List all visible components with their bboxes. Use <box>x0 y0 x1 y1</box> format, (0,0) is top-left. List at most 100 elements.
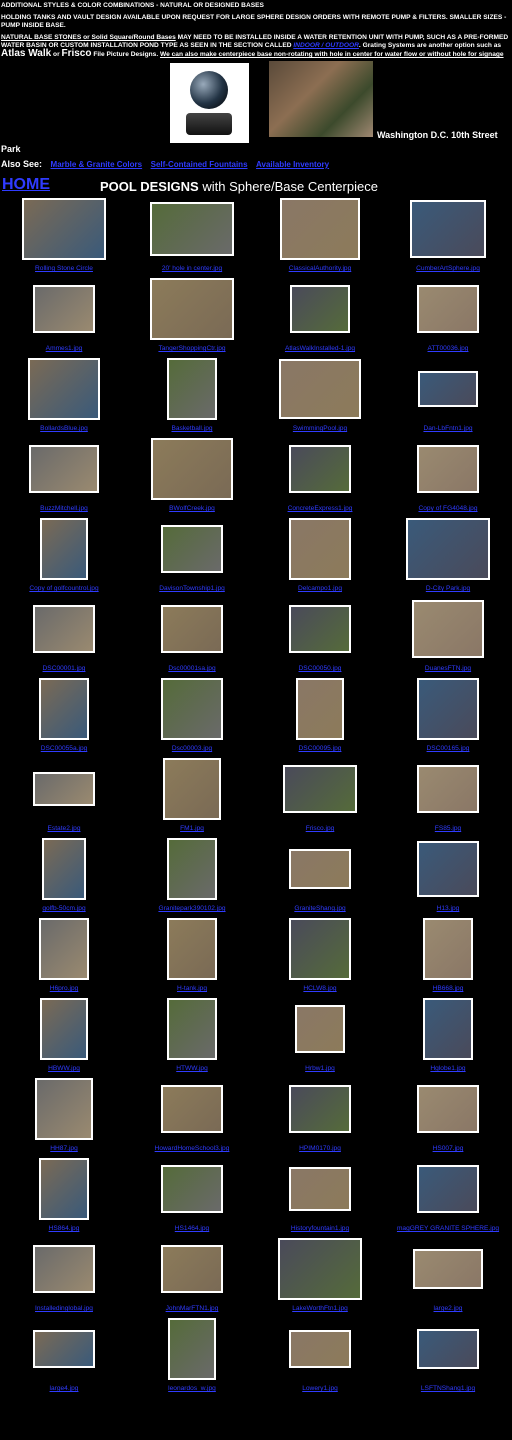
thumbnail-item[interactable]: Installedinglobal.jpg <box>0 1237 128 1317</box>
thumbnail-item[interactable]: DavisonTownship1.jpg <box>128 517 256 597</box>
thumbnail-image[interactable] <box>161 1245 223 1293</box>
thumbnail-item[interactable]: CumberArtSphere.jpg <box>384 197 512 277</box>
thumbnail-image[interactable] <box>167 838 217 900</box>
thumbnail-item[interactable]: HB668.jpg <box>384 917 512 997</box>
thumbnail-link[interactable]: FM1.jpg <box>128 825 256 832</box>
thumbnail-image[interactable] <box>417 285 479 333</box>
thumbnail-item[interactable]: LakeWorthFtn1.jpg <box>256 1237 384 1317</box>
thumbnail-item[interactable]: ATT00036.jpg <box>384 277 512 357</box>
thumbnail-link[interactable]: H13.jpg <box>384 905 512 912</box>
self-contained-link[interactable]: Self-Contained Fountains <box>151 160 248 169</box>
thumbnail-link[interactable]: Hrbw1.jpg <box>256 1065 384 1072</box>
thumbnail-image[interactable] <box>289 518 351 580</box>
thumbnail-link[interactable]: LSFTNShang1.jpg <box>384 1385 512 1392</box>
thumbnail-item[interactable]: H-tank.jpg <box>128 917 256 997</box>
thumbnail-item[interactable]: FS85.jpg <box>384 757 512 837</box>
thumbnail-image[interactable] <box>417 1165 479 1213</box>
thumbnail-item[interactable]: H6pro.jpg <box>0 917 128 997</box>
thumbnail-image[interactable] <box>417 678 479 740</box>
thumbnail-image[interactable] <box>278 1238 362 1300</box>
thumbnail-link[interactable]: SwimmingPool.jpg <box>256 425 384 432</box>
thumbnail-image[interactable] <box>167 358 217 420</box>
thumbnail-item[interactable]: leonardos_w.jpg <box>128 1317 256 1397</box>
thumbnail-link[interactable]: DSC00001.jpg <box>0 665 128 672</box>
thumbnail-image[interactable] <box>33 772 95 806</box>
thumbnail-link[interactable]: TangerShoppingCtr.jpg <box>128 345 256 352</box>
thumbnail-link[interactable]: DSC00050.jpg <box>256 665 384 672</box>
thumbnail-item[interactable]: H13.jpg <box>384 837 512 917</box>
thumbnail-item[interactable]: Delcampo1.jpg <box>256 517 384 597</box>
thumbnail-item[interactable]: HCLW8.jpg <box>256 917 384 997</box>
thumbnail-link[interactable]: Dan-LbFntn1.jpg <box>384 425 512 432</box>
thumbnail-link[interactable]: Frisco.jpg <box>256 825 384 832</box>
thumbnail-link[interactable]: ATT00036.jpg <box>384 345 512 352</box>
thumbnail-image[interactable] <box>423 998 473 1060</box>
thumbnail-item[interactable]: Granitepark390102.jpg <box>128 837 256 917</box>
thumbnail-image[interactable] <box>29 445 99 493</box>
thumbnail-image[interactable] <box>39 918 89 980</box>
thumbnail-item[interactable]: Lowery1.jpg <box>256 1317 384 1397</box>
thumbnail-item[interactable]: Dsc00001sa.jpg <box>128 597 256 677</box>
thumbnail-link[interactable]: HTWW.jpg <box>128 1065 256 1072</box>
thumbnail-item[interactable]: FM1.jpg <box>128 757 256 837</box>
thumbnail-link[interactable]: Lowery1.jpg <box>256 1385 384 1392</box>
thumbnail-link[interactable]: DSC00165.jpg <box>384 745 512 752</box>
thumbnail-link[interactable]: H-tank.jpg <box>128 985 256 992</box>
marble-granite-link[interactable]: Marble & Granite Colors <box>51 160 143 169</box>
thumbnail-item[interactable]: GraniteShang.jpg <box>256 837 384 917</box>
thumbnail-link[interactable]: HH87.jpg <box>0 1145 128 1152</box>
thumbnail-item[interactable]: DSC00055a.jpg <box>0 677 128 757</box>
thumbnail-link[interactable]: Dsc00001sa.jpg <box>128 665 256 672</box>
thumbnail-item[interactable]: LSFTNShang1.jpg <box>384 1317 512 1397</box>
thumbnail-image[interactable] <box>167 918 217 980</box>
thumbnail-link[interactable]: ClassicalAuthority.jpg <box>256 265 384 272</box>
thumbnail-item[interactable]: magGREY GRANITE SPHERE.jpg <box>384 1157 512 1237</box>
thumbnail-link[interactable]: Copy of golfcountrol.jpg <box>0 585 128 592</box>
thumbnail-image[interactable] <box>150 202 234 256</box>
thumbnail-image[interactable] <box>413 1249 483 1289</box>
thumbnail-image[interactable] <box>417 445 479 493</box>
thumbnail-image[interactable] <box>168 1318 216 1380</box>
thumbnail-image[interactable] <box>289 1330 351 1368</box>
thumbnail-image[interactable] <box>161 1165 223 1213</box>
thumbnail-item[interactable]: BuzzMitchell.jpg <box>0 437 128 517</box>
thumbnail-link[interactable]: DSC00095.jpg <box>256 745 384 752</box>
thumbnail-item[interactable]: HS864.jpg <box>0 1157 128 1237</box>
thumbnail-image[interactable] <box>296 678 344 740</box>
thumbnail-link[interactable]: DSC00055a.jpg <box>0 745 128 752</box>
thumbnail-item[interactable]: DSC00050.jpg <box>256 597 384 677</box>
thumbnail-item[interactable]: large2.jpg <box>384 1237 512 1317</box>
thumbnail-item[interactable]: Hrbw1.jpg <box>256 997 384 1077</box>
thumbnail-image[interactable] <box>22 198 106 260</box>
thumbnail-image[interactable] <box>161 678 223 740</box>
thumbnail-link[interactable]: Ammes1.jpg <box>0 345 128 352</box>
thumbnail-image[interactable] <box>280 198 360 260</box>
thumbnail-item[interactable]: BollardsBlue.jpg <box>0 357 128 437</box>
thumbnail-item[interactable]: AtlasWalkInstalled-1.jpg <box>256 277 384 357</box>
thumbnail-item[interactable]: large4.jpg <box>0 1317 128 1397</box>
thumbnail-image[interactable] <box>295 1005 345 1053</box>
thumbnail-link[interactable]: DavisonTownship1.jpg <box>128 585 256 592</box>
thumbnail-image[interactable] <box>151 438 233 500</box>
thumbnail-image[interactable] <box>412 600 484 658</box>
thumbnail-item[interactable]: Basketball.jpg <box>128 357 256 437</box>
thumbnail-image[interactable] <box>279 359 361 419</box>
thumbnail-item[interactable]: Ammes1.jpg <box>0 277 128 357</box>
thumbnail-item[interactable]: DSC00095.jpg <box>256 677 384 757</box>
thumbnail-link[interactable]: Rolling Stone Circle <box>0 265 128 272</box>
thumbnail-item[interactable]: DSC00165.jpg <box>384 677 512 757</box>
thumbnail-item[interactable]: HowardHomeSchool3.jpg <box>128 1077 256 1157</box>
thumbnail-link[interactable]: HowardHomeSchool3.jpg <box>128 1145 256 1152</box>
thumbnail-link[interactable]: large4.jpg <box>0 1385 128 1392</box>
thumbnail-item[interactable]: Copy of FG4048.jpg <box>384 437 512 517</box>
thumbnail-link[interactable]: 20' hole in center.jpg <box>128 265 256 272</box>
thumbnail-item[interactable]: Hglobe1.jpg <box>384 997 512 1077</box>
thumbnail-link[interactable]: golfb-50cm.jpg <box>0 905 128 912</box>
thumbnail-link[interactable]: large2.jpg <box>384 1305 512 1312</box>
thumbnail-link[interactable]: HS864.jpg <box>0 1225 128 1232</box>
thumbnail-image[interactable] <box>289 849 351 889</box>
thumbnail-link[interactable]: DuanesFTN.jpg <box>384 665 512 672</box>
thumbnail-item[interactable]: HPIM0170.jpg <box>256 1077 384 1157</box>
thumbnail-image[interactable] <box>33 285 95 333</box>
thumbnail-link[interactable]: BollardsBlue.jpg <box>0 425 128 432</box>
